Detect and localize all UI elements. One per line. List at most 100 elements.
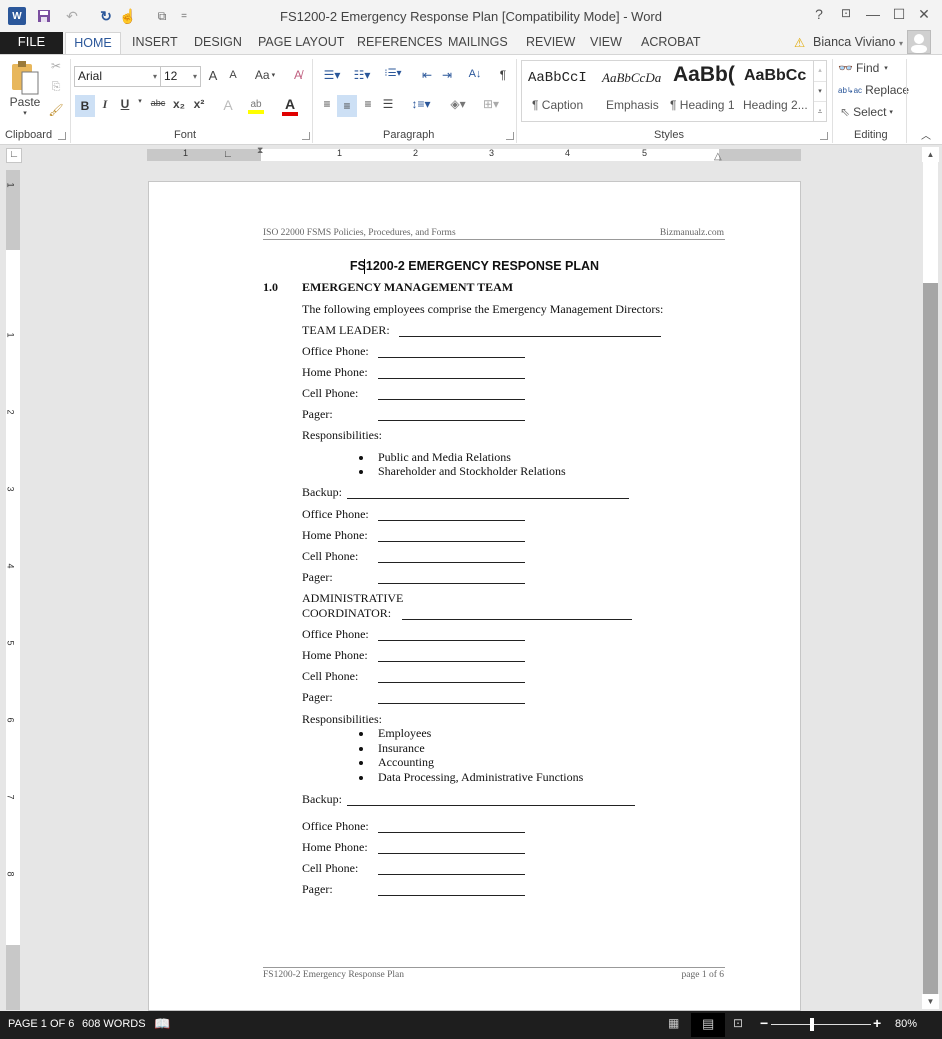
font-launcher-icon[interactable] bbox=[302, 132, 310, 140]
ribbon-display-options-icon[interactable]: ⊡ bbox=[836, 6, 856, 20]
increase-indent-button[interactable]: ⇥ bbox=[438, 68, 456, 82]
read-mode-icon[interactable]: ▦ bbox=[668, 1016, 679, 1030]
clear-formatting-icon[interactable]: A̸ bbox=[290, 68, 306, 82]
zoom-level[interactable]: 80% bbox=[895, 1018, 917, 1030]
font-family-combo[interactable]: Arial ▾ bbox=[74, 66, 161, 87]
numbering-button[interactable]: ☷▾ bbox=[348, 68, 376, 82]
first-line-indent-marker[interactable]: ⧗ bbox=[257, 145, 263, 156]
copy-icon[interactable]: ⎘ bbox=[48, 81, 64, 94]
tab-design[interactable]: DESIGN bbox=[194, 35, 242, 49]
show-hide-button[interactable]: ¶ bbox=[496, 68, 510, 82]
office-phone-field[interactable] bbox=[378, 832, 525, 833]
backup-field[interactable] bbox=[347, 805, 635, 806]
vertical-scrollbar[interactable]: ▲ ▼ bbox=[922, 145, 939, 1011]
word-count[interactable]: 608 WORDS bbox=[82, 1018, 146, 1030]
pager-field[interactable] bbox=[378, 703, 525, 704]
page-count[interactable]: PAGE 1 OF 6 bbox=[8, 1018, 74, 1030]
pager-field[interactable] bbox=[378, 420, 525, 421]
proofing-icon[interactable]: 📖 bbox=[154, 1016, 170, 1032]
paste-dropdown-icon[interactable]: ▾ bbox=[20, 109, 30, 117]
home-phone-field[interactable] bbox=[378, 661, 525, 662]
tab-file[interactable]: FILE bbox=[0, 32, 63, 54]
web-layout-icon[interactable]: ⊡ bbox=[733, 1016, 743, 1030]
home-phone-field[interactable] bbox=[378, 541, 525, 542]
tab-page-layout[interactable]: PAGE LAYOUT bbox=[258, 35, 344, 49]
shrink-font-button[interactable]: A bbox=[226, 69, 240, 81]
home-phone-field[interactable] bbox=[378, 378, 525, 379]
align-left-button[interactable]: ≡ bbox=[318, 97, 336, 111]
maximize-icon[interactable]: ☐ bbox=[889, 6, 909, 23]
admin-coordinator-field[interactable] bbox=[402, 619, 632, 620]
scroll-thumb[interactable] bbox=[923, 283, 938, 997]
paste-button[interactable]: Paste bbox=[8, 95, 42, 109]
tab-review[interactable]: REVIEW bbox=[526, 35, 575, 49]
tab-references[interactable]: REFERENCES bbox=[357, 35, 442, 49]
office-phone-field[interactable] bbox=[378, 640, 525, 641]
tab-mailings[interactable]: MAILINGS bbox=[448, 35, 508, 49]
zoom-out-button[interactable]: − bbox=[760, 1015, 768, 1031]
shading-button[interactable]: ◈▾ bbox=[444, 97, 472, 111]
home-phone-field[interactable] bbox=[378, 853, 525, 854]
bullets-button[interactable]: ☰▾ bbox=[318, 68, 346, 82]
vertical-ruler[interactable]: 1 1 2 3 4 5 6 7 8 bbox=[6, 170, 20, 1010]
tab-selector[interactable]: ∟ bbox=[6, 148, 22, 163]
zoom-in-button[interactable]: + bbox=[873, 1015, 881, 1031]
minimize-icon[interactable]: — bbox=[863, 6, 883, 22]
styles-down-button[interactable]: ▾ bbox=[814, 81, 826, 101]
justify-button[interactable]: ☰ bbox=[379, 97, 397, 111]
tab-stop-marker[interactable]: ∟ bbox=[223, 149, 233, 160]
cell-phone-field[interactable] bbox=[378, 874, 525, 875]
help-icon[interactable]: ? bbox=[809, 6, 829, 22]
paragraph-launcher-icon[interactable] bbox=[506, 132, 514, 140]
tab-acrobat[interactable]: ACROBAT bbox=[641, 35, 701, 49]
strikethrough-button[interactable]: abc bbox=[148, 98, 168, 108]
close-icon[interactable]: ✕ bbox=[914, 6, 934, 23]
pager-field[interactable] bbox=[378, 895, 525, 896]
backup-field[interactable] bbox=[347, 498, 629, 499]
paste-icon[interactable] bbox=[10, 59, 40, 97]
scroll-up-button[interactable]: ▲ bbox=[922, 147, 939, 162]
office-phone-field[interactable] bbox=[378, 357, 525, 358]
tab-home[interactable]: HOME bbox=[65, 32, 121, 55]
cell-phone-field[interactable] bbox=[378, 682, 525, 683]
replace-button[interactable]: ab↳ac Replace bbox=[838, 81, 909, 99]
avatar[interactable] bbox=[907, 30, 931, 54]
find-button[interactable]: 👓 Find ▾ bbox=[838, 59, 888, 77]
styles-up-button[interactable]: ▴ bbox=[814, 61, 826, 81]
tab-insert[interactable]: INSERT bbox=[132, 35, 178, 49]
highlight-color-button[interactable]: ab bbox=[246, 95, 266, 117]
cell-phone-field[interactable] bbox=[378, 562, 525, 563]
line-spacing-button[interactable]: ↕≡▾ bbox=[407, 97, 435, 111]
font-color-button[interactable]: A bbox=[281, 95, 299, 117]
align-right-button[interactable]: ≡ bbox=[359, 97, 377, 111]
styles-launcher-icon[interactable] bbox=[820, 132, 828, 140]
scroll-track[interactable] bbox=[923, 162, 938, 283]
styles-more-button[interactable]: ⩡ bbox=[814, 101, 826, 121]
print-layout-button[interactable]: ▤ bbox=[691, 1013, 725, 1037]
multilevel-list-button[interactable]: ⁝☰▾ bbox=[378, 68, 408, 79]
borders-button[interactable]: ⊞▾ bbox=[476, 97, 506, 111]
horizontal-ruler[interactable]: 1 1 2 3 4 5 ∟ ⧗ △ bbox=[147, 145, 801, 162]
chevron-down-icon[interactable]: ▾ bbox=[136, 97, 144, 105]
document-page[interactable]: ISO 22000 FSMS Policies, Procedures, and… bbox=[148, 181, 801, 1011]
tab-view[interactable]: VIEW bbox=[590, 35, 622, 49]
pager-field[interactable] bbox=[378, 583, 525, 584]
italic-button[interactable]: I bbox=[98, 97, 112, 112]
select-button[interactable]: ⇖ Select ▾ bbox=[840, 103, 893, 121]
align-center-button[interactable]: ≡ bbox=[337, 95, 357, 117]
format-painter-icon[interactable]: 🖌 bbox=[48, 103, 64, 117]
font-size-combo[interactable]: 12 ▾ bbox=[160, 66, 201, 87]
grow-font-button[interactable]: A bbox=[206, 68, 220, 83]
right-indent-marker[interactable]: △ bbox=[714, 151, 722, 162]
collapse-ribbon-icon[interactable]: ︿ bbox=[918, 127, 934, 142]
bold-button[interactable]: B bbox=[75, 95, 95, 117]
cut-icon[interactable]: ✂ bbox=[48, 59, 64, 73]
decrease-indent-button[interactable]: ⇤ bbox=[418, 68, 436, 82]
team-leader-field[interactable] bbox=[399, 336, 661, 337]
superscript-button[interactable]: x² bbox=[192, 97, 206, 111]
user-account[interactable]: Bianca Viviano ▾ bbox=[813, 35, 903, 49]
clipboard-launcher-icon[interactable] bbox=[58, 132, 66, 140]
scroll-down-button[interactable]: ▼ bbox=[922, 994, 939, 1009]
underline-button[interactable]: U bbox=[118, 97, 132, 111]
cell-phone-field[interactable] bbox=[378, 399, 525, 400]
